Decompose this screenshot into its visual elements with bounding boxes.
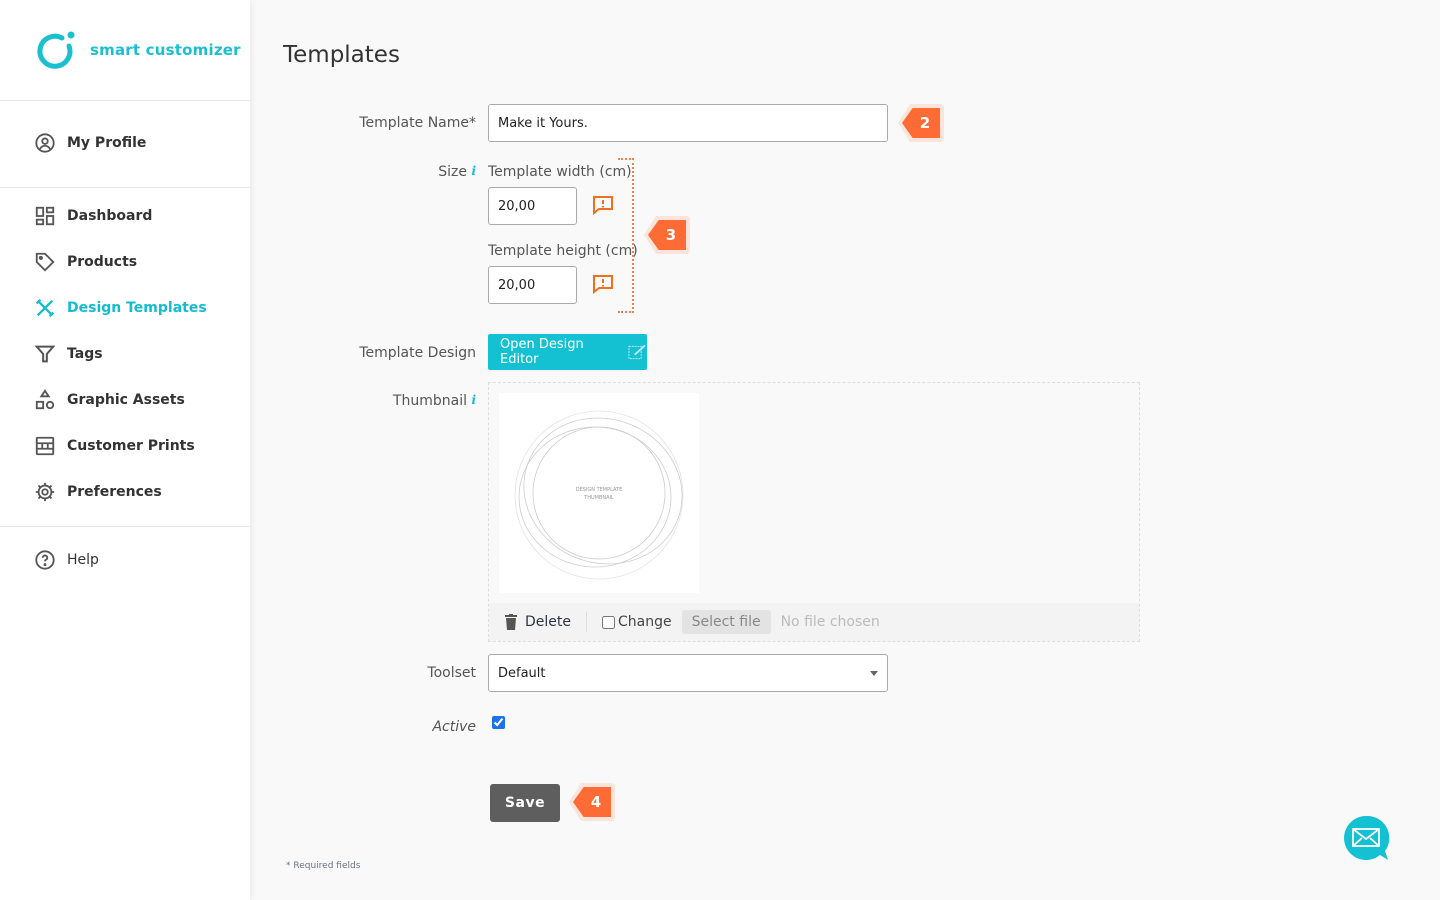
divider bbox=[586, 612, 587, 632]
template-name-label: Template Name* bbox=[359, 115, 476, 131]
height-input[interactable]: 20,00 bbox=[488, 266, 577, 304]
width-label: Template width (cm) bbox=[488, 164, 632, 180]
open-design-editor-button[interactable]: Open Design Editor bbox=[488, 334, 647, 370]
size-bracket bbox=[618, 158, 634, 313]
sidebar-item-label: Design Templates bbox=[67, 300, 207, 316]
select-file-button[interactable]: Select file bbox=[681, 610, 771, 634]
logo[interactable]: smart customizer bbox=[36, 30, 241, 70]
sidebar-item-graphic-assets[interactable]: Graphic Assets bbox=[34, 389, 185, 411]
change-checkbox[interactable] bbox=[602, 615, 615, 629]
button-label: Open Design Editor bbox=[500, 337, 584, 367]
dashboard-icon bbox=[35, 206, 55, 226]
sidebar-item-label: Preferences bbox=[67, 484, 162, 500]
prints-icon bbox=[35, 436, 55, 456]
shapes-icon bbox=[35, 389, 55, 410]
warning-comment-icon[interactable] bbox=[592, 274, 614, 294]
step-badge-2: 2 bbox=[898, 104, 944, 142]
sidebar-item-customer-prints[interactable]: Customer Prints bbox=[34, 435, 195, 457]
sidebar-item-my-profile[interactable]: My Profile bbox=[34, 132, 146, 154]
sidebar-item-products[interactable]: Products bbox=[34, 251, 137, 273]
size-label: Size i bbox=[438, 164, 476, 180]
sidebar-item-preferences[interactable]: Preferences bbox=[34, 481, 162, 503]
divider bbox=[0, 187, 250, 188]
step-badge-3: 3 bbox=[644, 216, 690, 254]
edit-icon bbox=[628, 344, 646, 360]
trash-icon[interactable] bbox=[505, 614, 517, 630]
template-design-label: Template Design bbox=[359, 345, 476, 361]
sidebar-item-help[interactable]: Help bbox=[34, 549, 99, 571]
delete-button[interactable]: Delete bbox=[525, 614, 571, 630]
help-circle-icon bbox=[35, 550, 55, 570]
step-badge-4: 4 bbox=[569, 783, 615, 821]
info-icon[interactable]: i bbox=[471, 164, 476, 178]
sidebar-item-dashboard[interactable]: Dashboard bbox=[34, 205, 152, 227]
tag-icon bbox=[35, 252, 55, 272]
height-label: Template height (cm) bbox=[488, 243, 638, 259]
thumbnail-text: DESIGN TEMPLATE bbox=[575, 487, 623, 493]
divider bbox=[0, 526, 250, 527]
warning-comment-icon[interactable] bbox=[592, 195, 614, 215]
thumbnail-box: DESIGN TEMPLATE THUMBNAIL Delete Change S… bbox=[488, 382, 1140, 642]
filter-icon bbox=[34, 345, 56, 363]
user-circle-icon bbox=[35, 133, 55, 153]
gear-icon bbox=[35, 482, 55, 502]
design-tools-icon bbox=[35, 298, 55, 318]
width-input[interactable]: 20,00 bbox=[488, 187, 577, 225]
required-note: * Required fields bbox=[286, 861, 361, 871]
save-button[interactable]: Save bbox=[490, 784, 560, 822]
sidebar-item-label: Tags bbox=[67, 346, 103, 362]
thumbnail-text: THUMBNAIL bbox=[584, 495, 614, 501]
active-label: Active bbox=[432, 719, 476, 735]
sidebar-item-label: My Profile bbox=[67, 135, 147, 151]
thumbnail-image: DESIGN TEMPLATE THUMBNAIL bbox=[499, 393, 699, 593]
chevron-down-icon bbox=[870, 671, 878, 680]
sidebar-item-label: Customer Prints bbox=[67, 438, 195, 454]
chat-mail-icon[interactable] bbox=[1342, 814, 1390, 862]
page-title: Templates bbox=[283, 42, 400, 68]
logo-icon bbox=[37, 31, 75, 69]
active-checkbox[interactable] bbox=[492, 716, 505, 729]
thumbnail-label: Thumbnail i bbox=[392, 393, 476, 409]
template-name-input[interactable]: Make it Yours. bbox=[488, 104, 888, 142]
divider bbox=[0, 100, 250, 101]
change-label: Change bbox=[618, 614, 672, 630]
thumbnail-actions: Delete Change Select file No file chosen bbox=[489, 603, 1139, 641]
sidebar-item-design-templates[interactable]: Design Templates bbox=[34, 297, 207, 319]
sidebar-item-label: Dashboard bbox=[67, 208, 153, 224]
sidebar-item-label: Products bbox=[67, 254, 138, 270]
info-icon[interactable]: i bbox=[471, 393, 476, 407]
file-status: No file chosen bbox=[780, 614, 880, 630]
sidebar-item-tags[interactable]: Tags bbox=[34, 343, 103, 365]
toolset-select[interactable]: Default bbox=[488, 654, 888, 692]
sidebar-item-label: Graphic Assets bbox=[67, 392, 185, 408]
brand-name: smart customizer bbox=[90, 41, 241, 59]
toolset-value: Default bbox=[498, 665, 546, 681]
sidebar: smart customizer My Profile Dashboard Pr… bbox=[0, 0, 250, 900]
toolset-label: Toolset bbox=[427, 665, 476, 681]
sidebar-item-label: Help bbox=[67, 552, 99, 568]
